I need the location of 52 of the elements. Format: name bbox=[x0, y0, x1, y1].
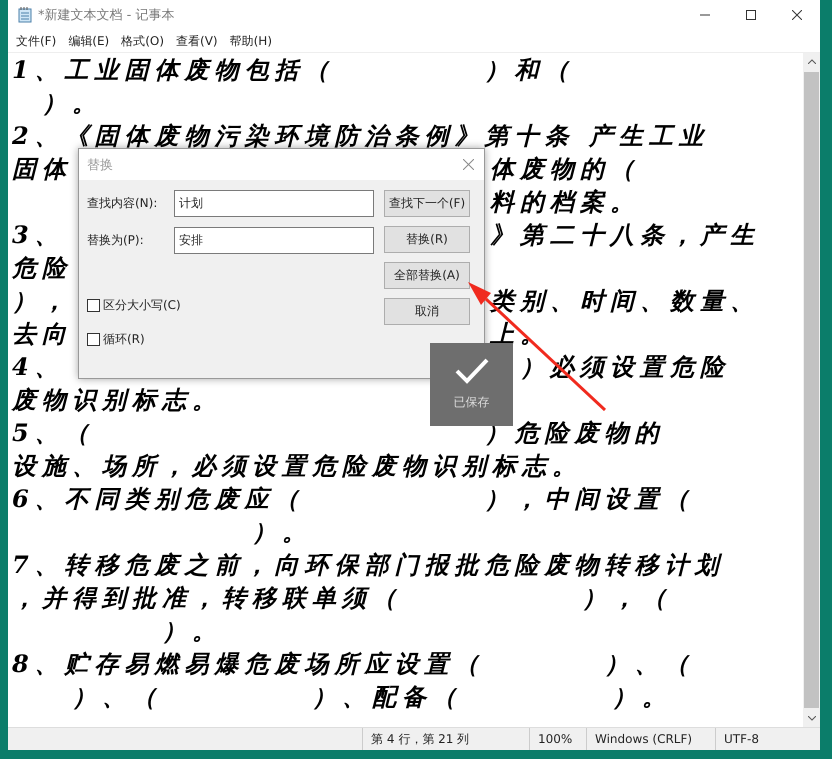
text-line: ）。 bbox=[251, 516, 312, 548]
text-line: 料的档案。 bbox=[490, 186, 640, 218]
text-line: 3、 bbox=[12, 218, 65, 250]
scrollbar[interactable] bbox=[803, 53, 820, 727]
dialog-button[interactable]: 取消 bbox=[384, 298, 470, 325]
text-line: 去向 bbox=[12, 318, 72, 350]
menu-item[interactable]: 格式(O) bbox=[115, 31, 170, 51]
text-line: 》第二十八条，产生 bbox=[490, 218, 760, 250]
menu-item[interactable]: 查看(V) bbox=[170, 31, 224, 51]
text-line: 2、《固体废物污染环境防治条例》第十条 产生工业 bbox=[12, 120, 710, 152]
checkbox[interactable] bbox=[87, 333, 100, 346]
scroll-thumb[interactable] bbox=[804, 72, 819, 708]
close-icon[interactable] bbox=[792, 10, 802, 20]
status-text: 100% bbox=[529, 728, 586, 750]
text-line: 废物识别标志。 bbox=[12, 384, 222, 416]
checkmark-icon bbox=[454, 358, 488, 384]
menu-item[interactable]: 帮助(H) bbox=[224, 31, 278, 51]
window-title: *新建文本文档 - 记事本 bbox=[38, 7, 176, 24]
dialog-title: 替换 bbox=[87, 156, 113, 174]
text-line: 设施、场所，必须设置危险废物识别标志。 bbox=[12, 450, 582, 482]
text-line: 1、工业固体废物包括（ ）和（ bbox=[12, 54, 575, 86]
text-line: 类别、时间、数量、 bbox=[490, 284, 760, 316]
status-text: Windows (CRLF) bbox=[586, 728, 715, 750]
checkbox[interactable] bbox=[87, 299, 100, 312]
dialog-button[interactable]: 查找下一个(F) bbox=[384, 190, 470, 217]
text-field[interactable]: 安排 bbox=[174, 227, 374, 254]
text-line: 体废物的（ bbox=[490, 152, 640, 184]
status-text: 第 4 行，第 21 列 bbox=[362, 728, 529, 750]
status-text: UTF-8 bbox=[715, 728, 798, 750]
menu-item[interactable]: 文件(F) bbox=[10, 31, 62, 51]
text-line: ）， bbox=[12, 284, 72, 316]
toast-text: 已保存 bbox=[454, 394, 490, 411]
text-line: ）。 bbox=[41, 86, 102, 118]
checkbox-label: 循环(R) bbox=[103, 331, 145, 348]
text-line: 6、不同类别危废应（ ），中间设置（ bbox=[12, 482, 695, 514]
dialog-button[interactable]: 全部替换(A) bbox=[384, 262, 470, 289]
text-line: 4、 bbox=[12, 350, 65, 382]
field-label: 查找内容(N): bbox=[87, 195, 158, 212]
text-line: 固体 bbox=[12, 152, 72, 184]
checkbox-label: 区分大小写(C) bbox=[103, 297, 181, 314]
text-line: ，并得到批准，转移联单须（ ），（ bbox=[12, 582, 672, 614]
notepad-icon bbox=[18, 7, 32, 23]
text-line: 危险 bbox=[12, 252, 72, 284]
text-line: 8、贮存易燃易爆危废场所应设置（ ）、（ bbox=[12, 648, 695, 680]
text-line: 7、转移危废之前，向环保部门报批危险废物转移计划 bbox=[12, 548, 725, 580]
maximize-icon[interactable] bbox=[746, 10, 756, 20]
dialog-button[interactable]: 替换(R) bbox=[384, 226, 470, 253]
text-line: ）。 bbox=[161, 614, 222, 646]
field-label: 替换为(P): bbox=[87, 232, 145, 249]
menu-item[interactable]: 编辑(E) bbox=[62, 31, 116, 51]
text-line: ）、（ ）、配备（ ）。 bbox=[71, 680, 672, 712]
text-field[interactable]: 计划 bbox=[174, 190, 374, 217]
